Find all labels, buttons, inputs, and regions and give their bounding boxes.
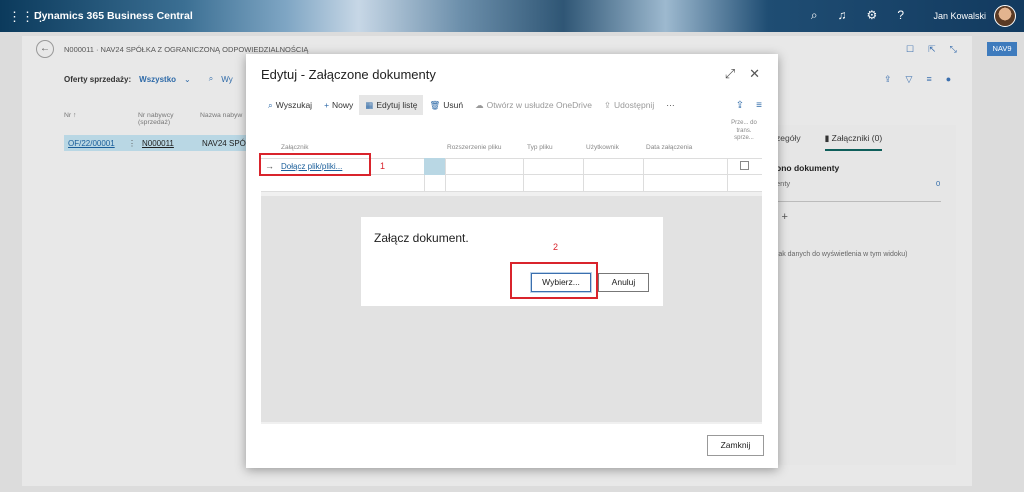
dialog-toolbar: ⌕ Wyszukaj + Nowy ▦ Edytuj listę 🗑 Usuń ☁ Otw…: [262, 95, 762, 115]
chevron-down-icon[interactable]: ⌄: [184, 75, 191, 84]
table-row[interactable]: [261, 175, 762, 192]
filter-search-text[interactable]: Wy: [221, 75, 232, 84]
user-name[interactable]: Jan Kowalski: [933, 11, 986, 21]
page-header-icons: ☐ ⇱ ⤡: [906, 44, 957, 55]
close-icon[interactable]: ✕: [749, 66, 760, 82]
info-icon[interactable]: ●: [946, 74, 951, 85]
row-menu-icon[interactable]: ⋮: [128, 139, 142, 148]
col-header-no[interactable]: Nr ↑: [64, 112, 138, 126]
expand-icon[interactable]: ⤢: [725, 66, 735, 82]
trash-icon: 🗑: [429, 99, 441, 110]
close-button[interactable]: Zamknij: [707, 435, 764, 456]
cancel-button[interactable]: Anuluj: [598, 273, 649, 292]
tab-details[interactable]: zegóły: [776, 133, 801, 151]
annotation-box-1: [259, 153, 371, 176]
filter-label: Oferty sprzedaży:: [64, 74, 132, 84]
edit-list-button[interactable]: ▦ Edytuj listę: [359, 95, 424, 115]
divider: [776, 201, 941, 202]
col-header-extension[interactable]: Rozszerzenie pliku: [447, 144, 502, 151]
share-icon[interactable]: ⇪: [884, 74, 892, 85]
quote-no-link[interactable]: OF/22/00001: [68, 139, 128, 148]
share-icon[interactable]: ⇪: [736, 100, 744, 111]
back-arrow-icon[interactable]: ←: [36, 40, 54, 58]
factbox-section-title: ono dokumenty: [776, 163, 840, 173]
factbox-pane: zegóły ▮ Załączniki (0) ono dokumenty en…: [776, 125, 956, 465]
search-icon: ⌕: [268, 99, 273, 110]
divider: [727, 158, 728, 192]
top-bar: ⋮⋮⋮ Dynamics 365 Business Central ⌕ ♫ ⚙ …: [0, 0, 1024, 32]
col-header-flow[interactable]: Prze... do trans. sprze...: [727, 120, 761, 143]
annotation-number-1: 1: [380, 161, 386, 171]
list-view-icon[interactable]: ≡: [756, 100, 762, 111]
factbox-icons: ⇪ ▽ ≡ ●: [884, 74, 951, 85]
new-button[interactable]: + Nowy: [318, 95, 359, 115]
annotation-box-2: [510, 262, 598, 299]
attach-dialog-title: Załącz dokument.: [374, 231, 469, 245]
breadcrumb: N000011 · NAV24 SPÓŁKA Z OGRANICZONĄ ODP…: [64, 45, 309, 54]
bell-icon[interactable]: ♫: [838, 8, 847, 23]
flow-checkbox[interactable]: [740, 161, 749, 170]
divider: [445, 158, 446, 192]
col-header-customer-no[interactable]: Nr nabywcy (sprzedaż): [138, 112, 200, 126]
share-button[interactable]: ⇪ Udostępnij: [598, 95, 660, 115]
factbox-empty-text: rak danych do wyświetlenia w tym widoku): [776, 251, 908, 258]
avatar[interactable]: [994, 5, 1016, 27]
divider: [583, 158, 584, 192]
more-button[interactable]: ···: [660, 95, 681, 115]
customer-name: NAV24 SPÓ: [202, 138, 246, 148]
open-onedrive-button[interactable]: ☁ Otwórz w usłudze OneDrive: [469, 95, 598, 115]
factbox-row-label: enty: [776, 179, 791, 188]
environment-badge: NAV9: [987, 42, 1017, 56]
factbox-row-value[interactable]: 0: [936, 179, 940, 188]
col-header-attachment[interactable]: Załącznik: [281, 144, 308, 151]
list-view-icon[interactable]: ≡: [926, 74, 931, 85]
app-name[interactable]: Dynamics 365 Business Central: [34, 10, 193, 22]
annotation-number-2: 2: [553, 242, 559, 252]
cloud-icon: ☁: [475, 99, 484, 110]
col-header-name[interactable]: Nazwa nabyw: [200, 112, 242, 126]
delete-button[interactable]: 🗑 Usuń: [423, 95, 469, 115]
edit-list-icon: ▦: [365, 99, 374, 110]
popout-icon[interactable]: ⇱: [928, 44, 936, 55]
plus-icon: +: [324, 100, 330, 110]
search-button[interactable]: ⌕ Wyszukaj: [262, 95, 318, 115]
filter-icon[interactable]: ▽: [906, 74, 913, 85]
selected-cell[interactable]: [424, 158, 445, 175]
col-header-attached-date[interactable]: Data załączenia: [646, 144, 692, 151]
filter-value[interactable]: Wszystko: [139, 75, 176, 84]
top-bar-icons: ⌕ ♫ ⚙ ?: [811, 8, 904, 23]
list-header: Nr ↑ Nr nabywcy (sprzedaż) Nazwa nabyw: [64, 112, 242, 126]
grid-header: [261, 118, 762, 158]
table-row[interactable]: OF/22/00001 ⋮ N000011 NAV24 SPÓ: [64, 135, 256, 151]
dialog-title: Edytuj - Załączone dokumenty: [261, 67, 436, 82]
col-header-user[interactable]: Użytkownik: [586, 144, 619, 151]
filter-bar: Oferty sprzedaży: Wszystko ⌄ ⌕ Wy: [64, 74, 233, 84]
divider: [523, 158, 524, 192]
share-icon: ⇪: [603, 99, 612, 110]
divider: [643, 158, 644, 192]
search-icon[interactable]: ⌕: [209, 74, 213, 84]
collapse-icon[interactable]: ⤡: [950, 44, 957, 55]
search-icon[interactable]: ⌕: [811, 8, 818, 23]
tab-attachments[interactable]: ▮ Załączniki (0): [824, 133, 883, 151]
bookmark-icon[interactable]: ☐: [906, 44, 914, 55]
help-icon[interactable]: ?: [897, 8, 904, 23]
col-header-file-type[interactable]: Typ pliku: [527, 144, 553, 151]
customer-no: N000011: [142, 138, 174, 148]
gear-icon[interactable]: ⚙: [867, 8, 878, 23]
